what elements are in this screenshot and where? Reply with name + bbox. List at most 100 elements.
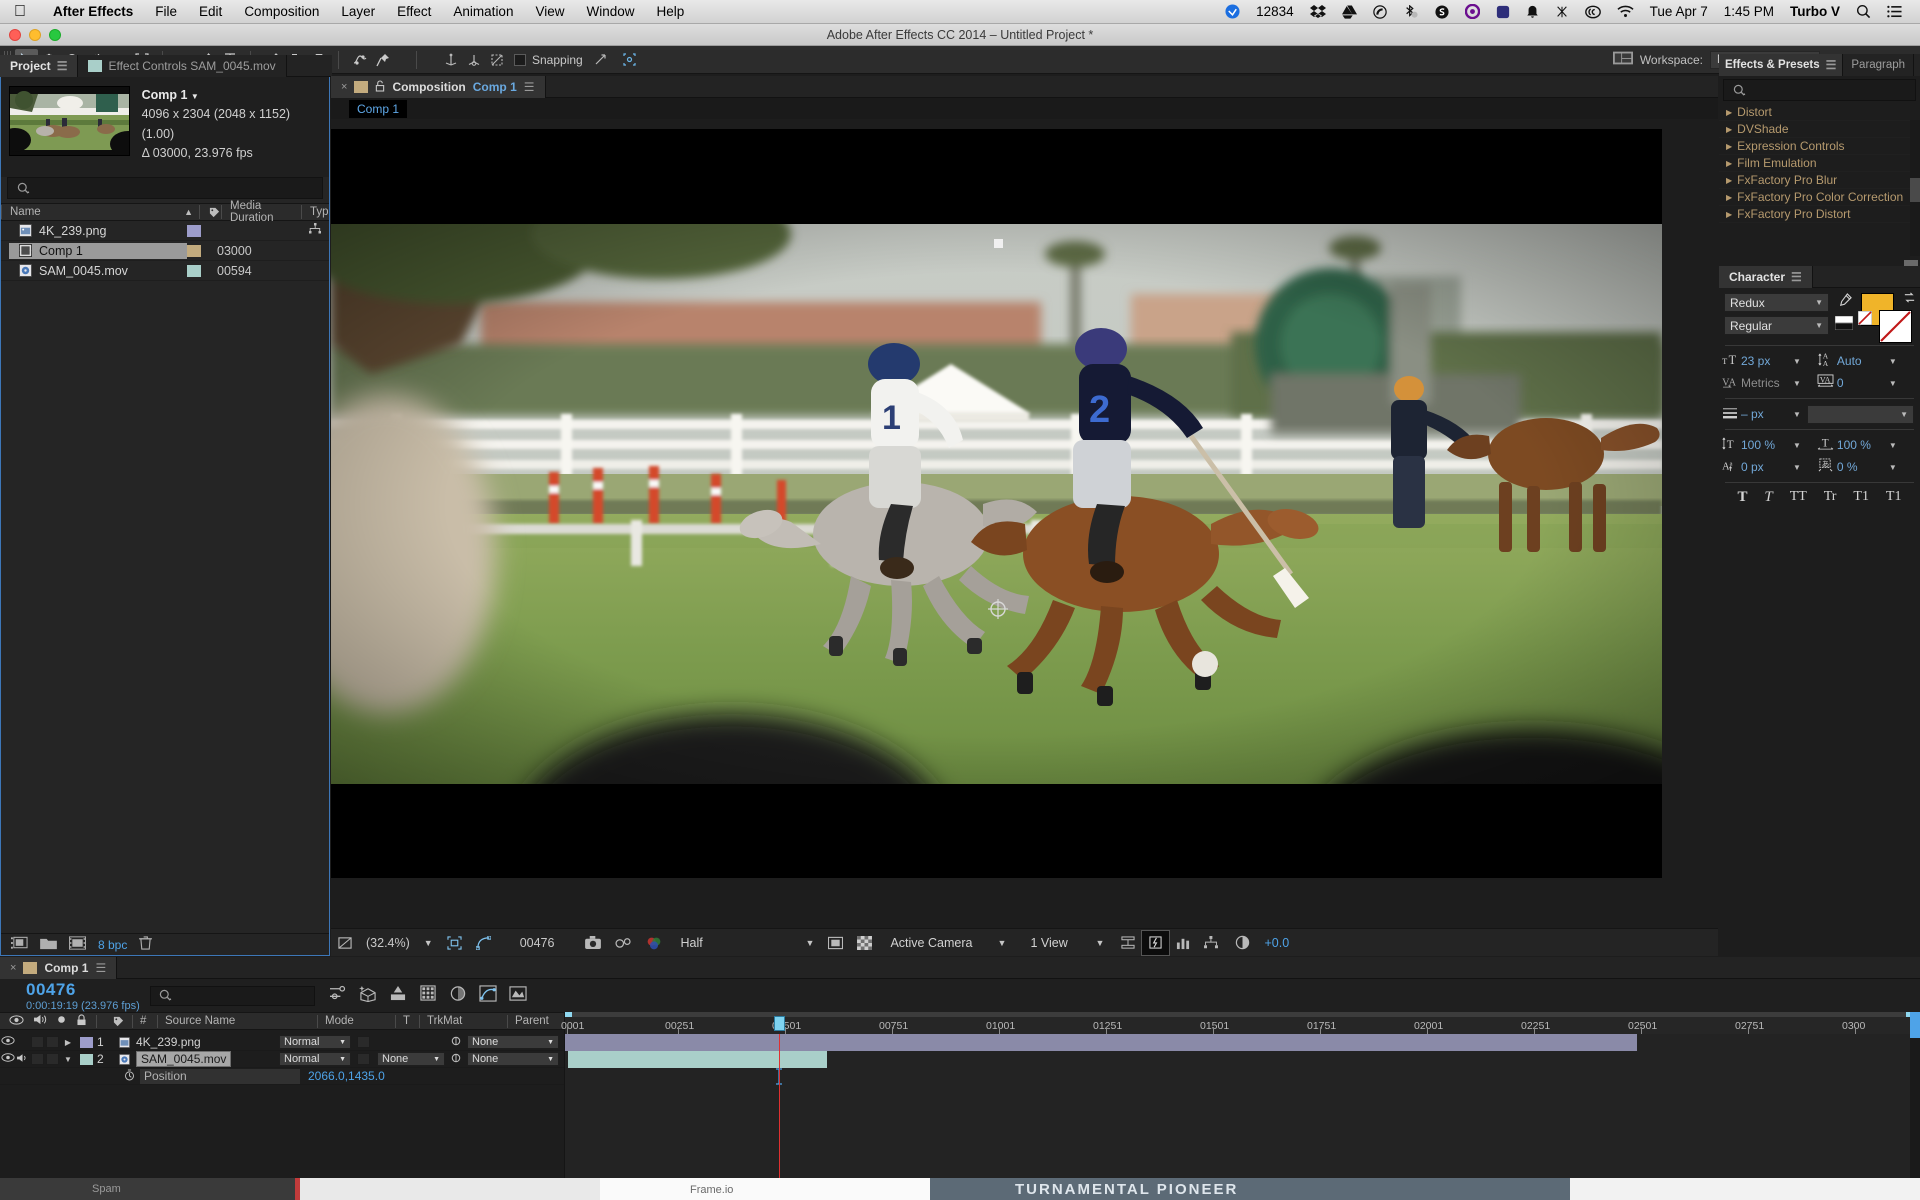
list-item[interactable]: Comp 1 03000 xyxy=(1,241,329,261)
new-comp-icon[interactable] xyxy=(11,936,28,953)
panel-menu-icon[interactable]: ☰ xyxy=(1826,58,1837,72)
tab-project[interactable]: Project ☰ xyxy=(0,55,79,77)
kerning-chevron-down-icon[interactable]: ▼ xyxy=(1793,379,1801,388)
brainstorm-icon[interactable] xyxy=(509,985,527,1007)
list-item[interactable]: ▶ FxFactory Pro Blur xyxy=(1719,172,1920,189)
menubar-time[interactable]: 1:45 PM xyxy=(1724,4,1774,19)
chevron-right-icon[interactable]: ▶ xyxy=(1726,159,1732,168)
subscript-button[interactable]: T1 xyxy=(1886,489,1902,506)
lock-icon[interactable] xyxy=(76,1013,87,1029)
column-source-name[interactable]: Source Name xyxy=(157,1014,317,1028)
menu-item-layer[interactable]: Layer xyxy=(330,4,386,19)
new-folder-icon[interactable] xyxy=(40,937,57,953)
antenna-icon[interactable] xyxy=(1555,5,1569,19)
comp-name-row[interactable]: Comp 1 ▼ xyxy=(142,86,321,105)
leading-chevron-down-icon[interactable]: ▼ xyxy=(1889,357,1897,366)
notification-center-list-icon[interactable] xyxy=(1887,5,1902,18)
table-row[interactable]: ▼ 2 SAM_0045.mov Normal ▼ None ▼ None ▼ xyxy=(0,1051,564,1068)
close-icon[interactable]: × xyxy=(341,81,347,93)
transparency-grid-icon[interactable] xyxy=(850,931,879,955)
layer-lock-toggle[interactable] xyxy=(46,1053,59,1065)
column-t[interactable]: T xyxy=(395,1014,419,1028)
apple-logo-icon[interactable]:  xyxy=(14,3,26,20)
layer-parent-select[interactable]: None ▼ xyxy=(467,1035,559,1049)
toggle-view-layout-icon[interactable] xyxy=(821,931,850,955)
column-trkmat[interactable]: TrkMat xyxy=(419,1014,507,1028)
wifi-icon[interactable] xyxy=(1617,5,1634,18)
menu-item-file[interactable]: File xyxy=(144,4,188,19)
layer-source-name[interactable]: SAM_0045.mov xyxy=(136,1051,232,1067)
view-axis-mode-icon[interactable] xyxy=(485,49,508,71)
tab-composition[interactable]: × Composition Comp 1 ☰ xyxy=(331,76,546,98)
font-family-select[interactable]: Redux ▼ xyxy=(1724,293,1829,312)
stopwatch-icon[interactable] xyxy=(124,1068,140,1084)
vertical-scale-chevron-down-icon[interactable]: ▼ xyxy=(1793,441,1801,450)
frame-blending-icon[interactable] xyxy=(419,985,437,1006)
horizontal-scale-value[interactable]: 100 % xyxy=(1837,438,1889,452)
list-item[interactable]: ▶ Film Emulation xyxy=(1719,155,1920,172)
stroke-width-value[interactable]: – px xyxy=(1741,407,1793,421)
column-label-icon[interactable] xyxy=(96,1014,132,1028)
list-item[interactable]: ▶ DVShade xyxy=(1719,121,1920,138)
views-select[interactable]: 1 View ▼ xyxy=(1023,931,1111,955)
column-name[interactable]: Name ▲ xyxy=(1,205,199,219)
region-of-interest-icon[interactable] xyxy=(440,931,469,955)
baseline-shift-chevron-down-icon[interactable]: ▼ xyxy=(1793,463,1801,472)
font-size-value[interactable]: 23 px xyxy=(1741,354,1793,368)
spotlight-search-icon[interactable] xyxy=(1856,4,1871,19)
panel-menu-icon[interactable]: ☰ xyxy=(524,80,535,94)
eyedropper-icon[interactable] xyxy=(1837,293,1852,313)
list-item[interactable]: 4K_239.png xyxy=(1,221,329,241)
layer-trkmat-select[interactable]: None ▼ xyxy=(377,1052,445,1066)
no-color-swatch[interactable] xyxy=(1857,310,1873,330)
live-update-icon[interactable] xyxy=(329,985,347,1006)
effects-search-input[interactable] xyxy=(1723,79,1916,101)
column-label-icon[interactable] xyxy=(199,205,221,219)
motion-blur-icon[interactable] xyxy=(449,985,467,1007)
snapping-checkbox[interactable] xyxy=(514,53,526,66)
layer-mode-select[interactable]: Normal ▼ xyxy=(279,1052,351,1066)
menu-item-animation[interactable]: Animation xyxy=(442,4,524,19)
dropbox-icon[interactable] xyxy=(1309,4,1326,19)
list-item[interactable]: ▶ FxFactory Pro Color Correction xyxy=(1719,189,1920,206)
toggle-mask-paths-icon[interactable] xyxy=(469,931,498,955)
project-item-name-wrap[interactable]: Comp 1 xyxy=(9,242,187,259)
list-item[interactable]: ▶ FxFactory Pro Distort xyxy=(1719,206,1920,223)
dvd-icon[interactable] xyxy=(1372,4,1387,19)
column-type[interactable]: Typ xyxy=(301,205,329,219)
all-caps-button[interactable]: TT xyxy=(1790,489,1807,506)
layer-bar-4k239[interactable] xyxy=(565,1034,1637,1051)
layer-solo-toggle[interactable] xyxy=(31,1053,44,1065)
menu-item-window[interactable]: Window xyxy=(576,4,646,19)
local-axis-mode-icon[interactable] xyxy=(439,49,462,71)
font-style-select[interactable]: Regular ▼ xyxy=(1724,316,1829,335)
chevron-right-icon[interactable]: ▶ xyxy=(1726,176,1732,185)
menu-item-help[interactable]: Help xyxy=(646,4,696,19)
tab-paragraph[interactable]: Paragraph xyxy=(1843,54,1915,76)
composition-stage[interactable]: 1 2 xyxy=(331,119,1718,928)
timeline-icon[interactable] xyxy=(1169,931,1197,955)
list-item[interactable]: ▶ Distort xyxy=(1719,104,1920,121)
tracking-value[interactable]: 0 xyxy=(1837,376,1889,390)
menubar-user[interactable]: Turbo V xyxy=(1790,4,1840,19)
column-index[interactable]: # xyxy=(132,1014,157,1028)
horizontal-scale-chevron-down-icon[interactable]: ▼ xyxy=(1889,441,1897,450)
tab-effects-presets[interactable]: Effects & Presets ☰ xyxy=(1719,54,1844,76)
stroke-style-select[interactable]: ▼ xyxy=(1806,404,1914,424)
chevron-down-icon[interactable]: ▼ xyxy=(60,1055,76,1064)
column-media-duration[interactable]: Media Duration xyxy=(221,200,301,224)
tsume-value[interactable]: 0 % xyxy=(1837,460,1889,474)
layer-mode-select[interactable]: Normal ▼ xyxy=(279,1035,351,1049)
layer-bar-sam0045[interactable] xyxy=(568,1051,827,1068)
google-drive-icon[interactable] xyxy=(1341,4,1357,19)
preserve-transparency-toggle[interactable] xyxy=(357,1036,370,1048)
chevron-right-icon[interactable]: ▶ xyxy=(1726,142,1732,151)
square-icon[interactable] xyxy=(1496,5,1510,19)
parent-pickwhip-icon[interactable] xyxy=(445,1035,467,1050)
project-item-name-wrap[interactable]: SAM_0045.mov xyxy=(9,263,187,279)
sync-icon[interactable] xyxy=(1435,4,1449,19)
project-item-name-wrap[interactable]: 4K_239.png xyxy=(9,223,187,239)
table-row-property[interactable]: Position 2066.0,1435.0 xyxy=(0,1068,564,1085)
stroke-color-swatch[interactable] xyxy=(1879,310,1912,343)
bell-icon[interactable] xyxy=(1526,5,1539,19)
